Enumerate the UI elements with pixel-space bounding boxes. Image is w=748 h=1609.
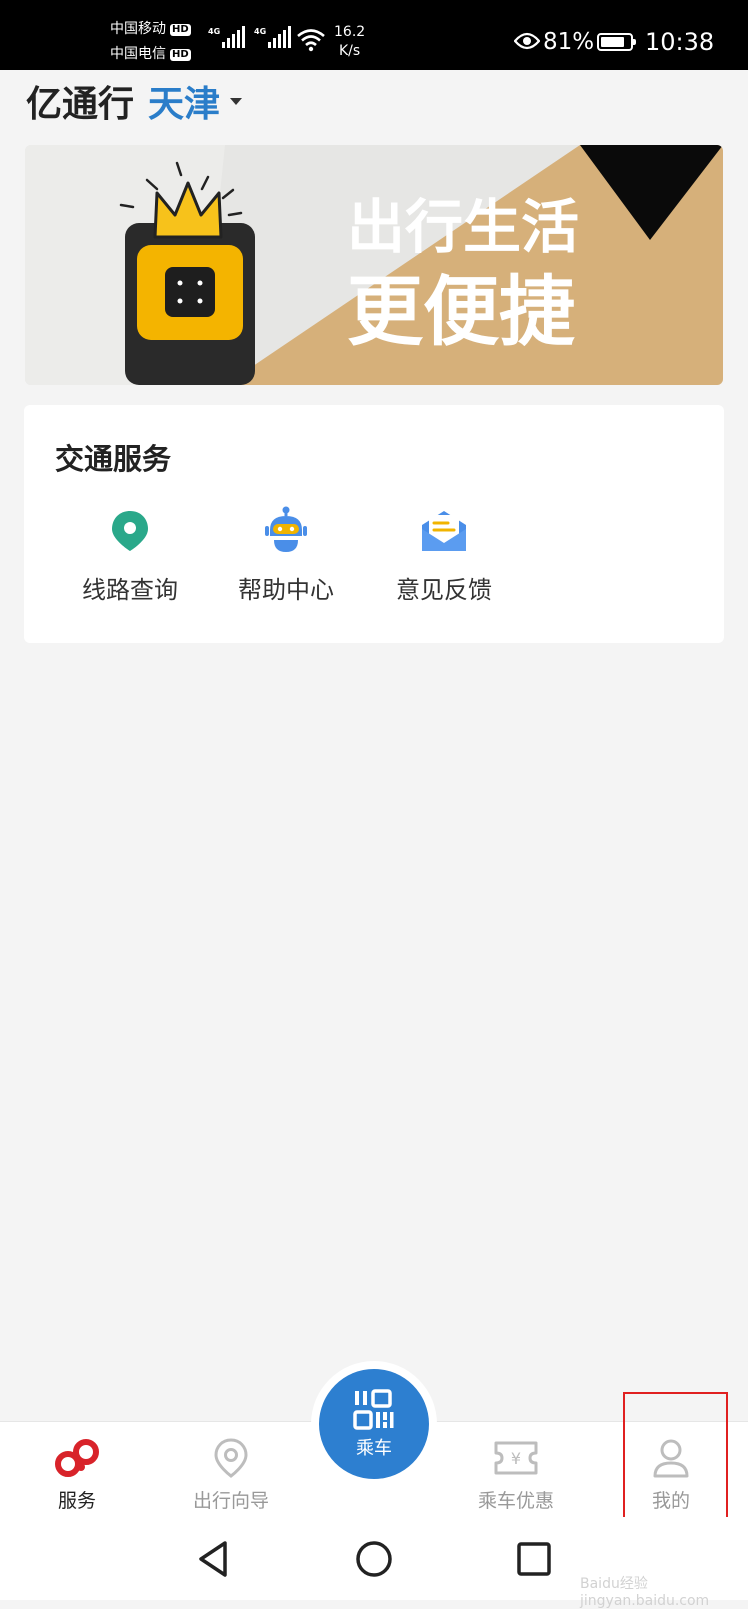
ride-qr-button-inner: 乘车 <box>319 1369 429 1479</box>
back-button[interactable] <box>192 1537 236 1581</box>
carrier-2: 中国电信 HD <box>110 46 191 62</box>
tab-service-label: 服务 <box>57 1490 96 1512</box>
app-header: 亿通行 天津 <box>26 70 243 132</box>
service-item-help-center[interactable]: 帮助中心 <box>211 500 361 605</box>
service-item-feedback[interactable]: 意见反馈 <box>369 500 519 605</box>
speed-value: 16.2 <box>334 24 366 40</box>
banner-graphic: 出行生活 更便捷 <box>25 145 723 385</box>
service-item-label: 帮助中心 <box>238 576 334 604</box>
tab-travel-guide[interactable]: 出行向导 <box>156 1434 306 1513</box>
ride-qr-button[interactable]: 乘车 <box>311 1361 437 1487</box>
service-item-label: 线路查询 <box>82 576 178 604</box>
tab-ride-discount-label: 乘车优惠 <box>477 1490 554 1512</box>
network-type-label: 4G <box>208 27 221 36</box>
tab-travel-guide-label: 出行向导 <box>192 1490 269 1512</box>
battery-fill <box>601 37 624 47</box>
carrier-1-name: 中国移动 <box>110 21 166 37</box>
app-title: 亿通行 <box>26 84 135 125</box>
network-speed: 16.2 K/s <box>334 23 365 61</box>
battery-percent: 81% <box>543 29 595 55</box>
wifi-icon <box>296 28 326 56</box>
location-pin-icon <box>156 1434 306 1482</box>
service-item-label: 意见反馈 <box>396 576 492 604</box>
ticket-yen-icon: ¥ <box>441 1434 591 1482</box>
traffic-services-title: 交通服务 <box>55 442 172 476</box>
dropdown-arrow-icon <box>230 97 243 105</box>
circle-home-icon <box>356 1541 392 1577</box>
hd-badge: HD <box>170 24 191 36</box>
location-pin-icon <box>55 500 205 562</box>
service-link-icon <box>2 1434 152 1482</box>
signal-strength-icon: 4G <box>254 26 293 48</box>
envelope-icon <box>369 500 519 562</box>
city-selector[interactable]: 天津 <box>148 75 243 127</box>
svg-text:¥: ¥ <box>511 1449 521 1468</box>
speed-unit: K/s <box>338 43 361 59</box>
status-bar: 中国移动 HD 中国电信 HD 4G 4G 16.2 K/s 81% 10:38 <box>0 0 748 70</box>
triangle-back-icon <box>199 1541 227 1577</box>
carrier-2-name: 中国电信 <box>110 46 166 62</box>
network-type-label: 4G <box>254 27 267 36</box>
signal-strength-icon: 4G <box>208 26 247 48</box>
promo-banner[interactable]: 出行生活 更便捷 <box>25 145 723 385</box>
banner-headline-2: 更便捷 <box>347 267 575 356</box>
city-name: 天津 <box>148 84 221 125</box>
tab-ride-discount[interactable]: ¥ 乘车优惠 <box>441 1434 591 1513</box>
traffic-services-card: 交通服务 线路查询 帮助中心 意见反馈 <box>24 405 724 643</box>
carrier-1: 中国移动 HD <box>110 21 191 37</box>
watermark: Baidu经验 jingyan.baidu.com <box>580 1576 710 1609</box>
hd-badge: HD <box>170 49 191 61</box>
qr-code-icon <box>353 1389 394 1430</box>
eye-comfort-icon <box>513 32 541 54</box>
service-item-route-query[interactable]: 线路查询 <box>55 500 205 605</box>
square-recent-icon <box>517 1542 551 1576</box>
tab-service[interactable]: 服务 <box>2 1434 152 1513</box>
status-time: 10:38 <box>645 28 715 56</box>
ride-button-label: 乘车 <box>356 1438 392 1459</box>
recent-apps-button[interactable] <box>512 1537 556 1581</box>
home-button[interactable] <box>352 1537 396 1581</box>
battery-icon <box>597 33 636 51</box>
banner-headline-1: 出行生活 <box>347 193 579 261</box>
robot-icon <box>211 500 361 562</box>
